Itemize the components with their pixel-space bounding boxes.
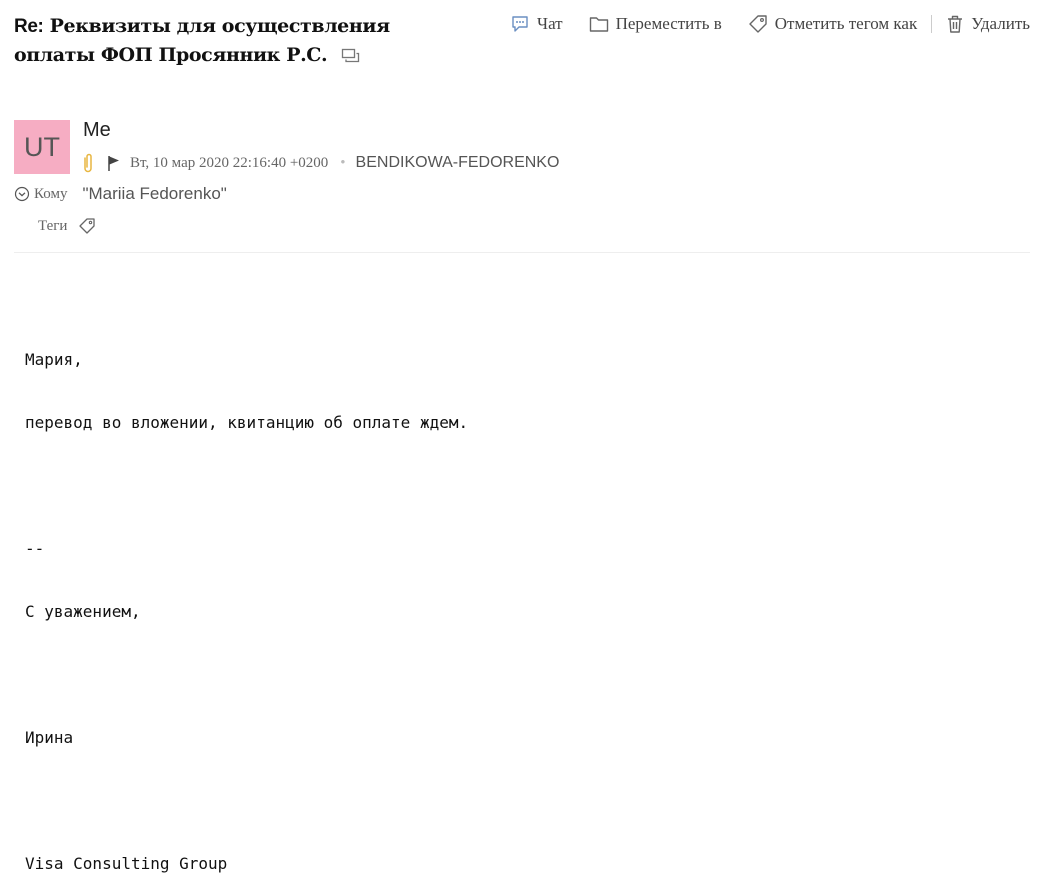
conversation-view-icon[interactable] xyxy=(341,48,361,64)
chat-icon xyxy=(512,16,528,32)
body-gap xyxy=(25,664,468,685)
header-divider xyxy=(14,252,1030,253)
tag-icon xyxy=(749,15,767,33)
to-label: Кому xyxy=(34,185,68,202)
message-body: Мария, перевод во вложении, квитанцию об… xyxy=(25,307,468,895)
body-greeting: Мария, xyxy=(25,350,83,369)
sender-avatar: UT xyxy=(14,120,70,174)
message-date: Вт, 10 мар 2020 22:16:40 +0200 xyxy=(130,154,329,171)
trash-icon xyxy=(948,15,963,33)
delete-button[interactable]: Удалить xyxy=(946,14,1030,34)
message-subject: Re: Реквизиты для осуществления оплаты Ф… xyxy=(14,12,454,69)
tag-as-label: Отметить тегом как xyxy=(774,14,918,33)
body-gap xyxy=(25,790,468,811)
signature-name: Ирина xyxy=(25,728,74,747)
message-toolbar: Чат Переместить в Отметить тегом как Уда… xyxy=(510,14,1030,34)
signature-separator: -- xyxy=(25,539,45,558)
toolbar-separator xyxy=(931,15,933,33)
body-line: перевод во вложении, квитанцию об оплате… xyxy=(25,413,469,432)
account-name: BENDIKOWA-FEDORENKO xyxy=(355,154,560,171)
tag-as-button[interactable]: Отметить тегом как xyxy=(748,14,917,34)
tags-row: Теги xyxy=(38,217,96,235)
message-meta: Вт, 10 мар 2020 22:16:40 +0200 • BENDIKO… xyxy=(82,152,559,174)
meta-dot-separator: • xyxy=(340,154,346,171)
recipients-row: Кому "Mariia Fedorenko" xyxy=(14,184,227,204)
tags-label: Теги xyxy=(38,217,68,234)
folder-icon xyxy=(589,17,608,32)
add-tag-icon[interactable] xyxy=(78,217,96,235)
chat-label: Чат xyxy=(537,14,563,33)
signature-company: Visa Consulting Group xyxy=(25,854,228,873)
subject-prefix: Re: xyxy=(14,16,44,37)
chat-button[interactable]: Чат xyxy=(510,14,563,34)
chevron-down-icon[interactable] xyxy=(14,186,30,202)
recipient-name[interactable]: "Mariia Fedorenko" xyxy=(82,184,226,204)
signature-regards: С уважением, xyxy=(25,602,141,621)
flag-icon[interactable] xyxy=(106,154,122,172)
move-to-button[interactable]: Переместить в xyxy=(589,14,722,34)
subject-text: Реквизиты для осуществления оплаты ФОП П… xyxy=(14,15,390,66)
avatar-initials: UT xyxy=(24,131,60,162)
body-gap xyxy=(25,475,468,496)
move-to-label: Переместить в xyxy=(615,14,722,33)
attachment-icon[interactable] xyxy=(82,152,94,174)
sender-name[interactable]: Me xyxy=(83,119,111,142)
delete-label: Удалить xyxy=(971,14,1030,33)
